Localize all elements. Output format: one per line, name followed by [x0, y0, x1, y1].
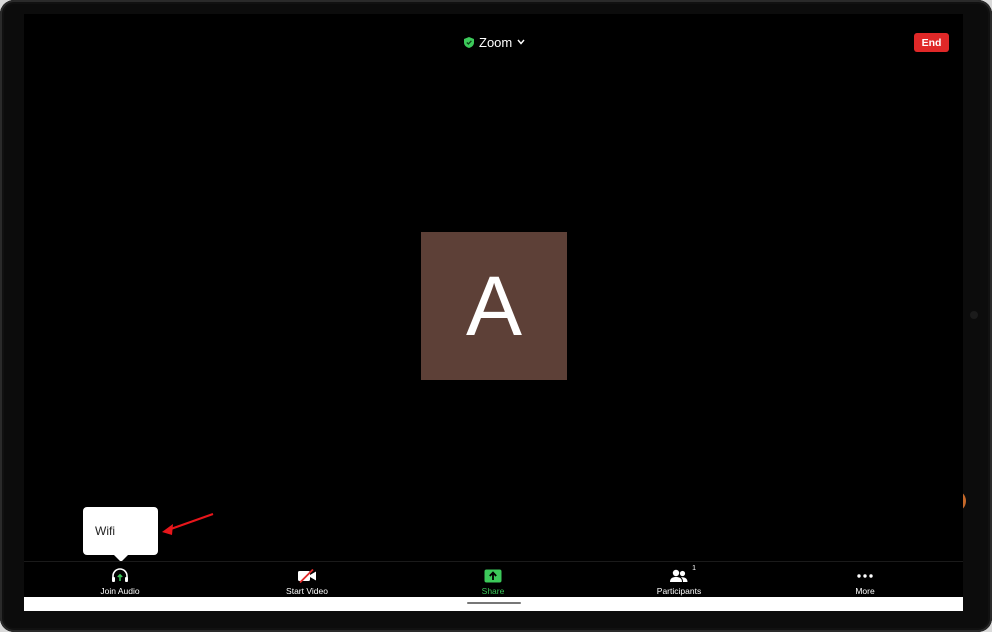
avatar-initial: A	[465, 258, 523, 353]
system-nav-bar	[24, 597, 963, 611]
video-off-icon	[297, 567, 317, 584]
more-icon	[856, 567, 874, 584]
camera-dot	[970, 311, 978, 319]
meeting-title[interactable]: Zoom	[464, 33, 525, 51]
more-button[interactable]: More	[820, 567, 910, 597]
join-audio-label: Join Audio	[100, 586, 140, 596]
share-label: Share	[481, 586, 505, 596]
join-audio-button[interactable]: Join Audio	[75, 567, 165, 597]
shield-check-icon	[464, 36, 474, 48]
tooltip-text: Wifi	[95, 524, 115, 538]
more-label: More	[855, 586, 875, 596]
bottom-toolbar: Join Audio Start Video Share 1 Participa…	[24, 561, 963, 598]
participant-avatar: A	[421, 232, 567, 380]
annotation-arrow-icon	[162, 513, 214, 535]
home-handle[interactable]	[467, 602, 521, 604]
participants-count: 1	[692, 565, 696, 572]
participants-icon: 1	[669, 565, 696, 584]
participants-button[interactable]: 1 Participants	[634, 565, 724, 597]
share-screen-icon	[484, 567, 502, 584]
tablet-frame: Zoom End A Wifi Join Audio Start Video S…	[0, 0, 992, 632]
headphones-icon	[111, 567, 129, 584]
audio-tooltip: Wifi	[83, 507, 158, 562]
share-button[interactable]: Share	[448, 567, 538, 597]
participants-label: Participants	[656, 586, 702, 596]
start-video-button[interactable]: Start Video	[262, 567, 352, 597]
end-button[interactable]: End	[914, 33, 949, 52]
top-bar: Zoom End	[24, 14, 963, 54]
meeting-title-label: Zoom	[479, 34, 513, 50]
chevron-down-icon	[517, 39, 525, 45]
start-video-label: Start Video	[286, 586, 328, 596]
